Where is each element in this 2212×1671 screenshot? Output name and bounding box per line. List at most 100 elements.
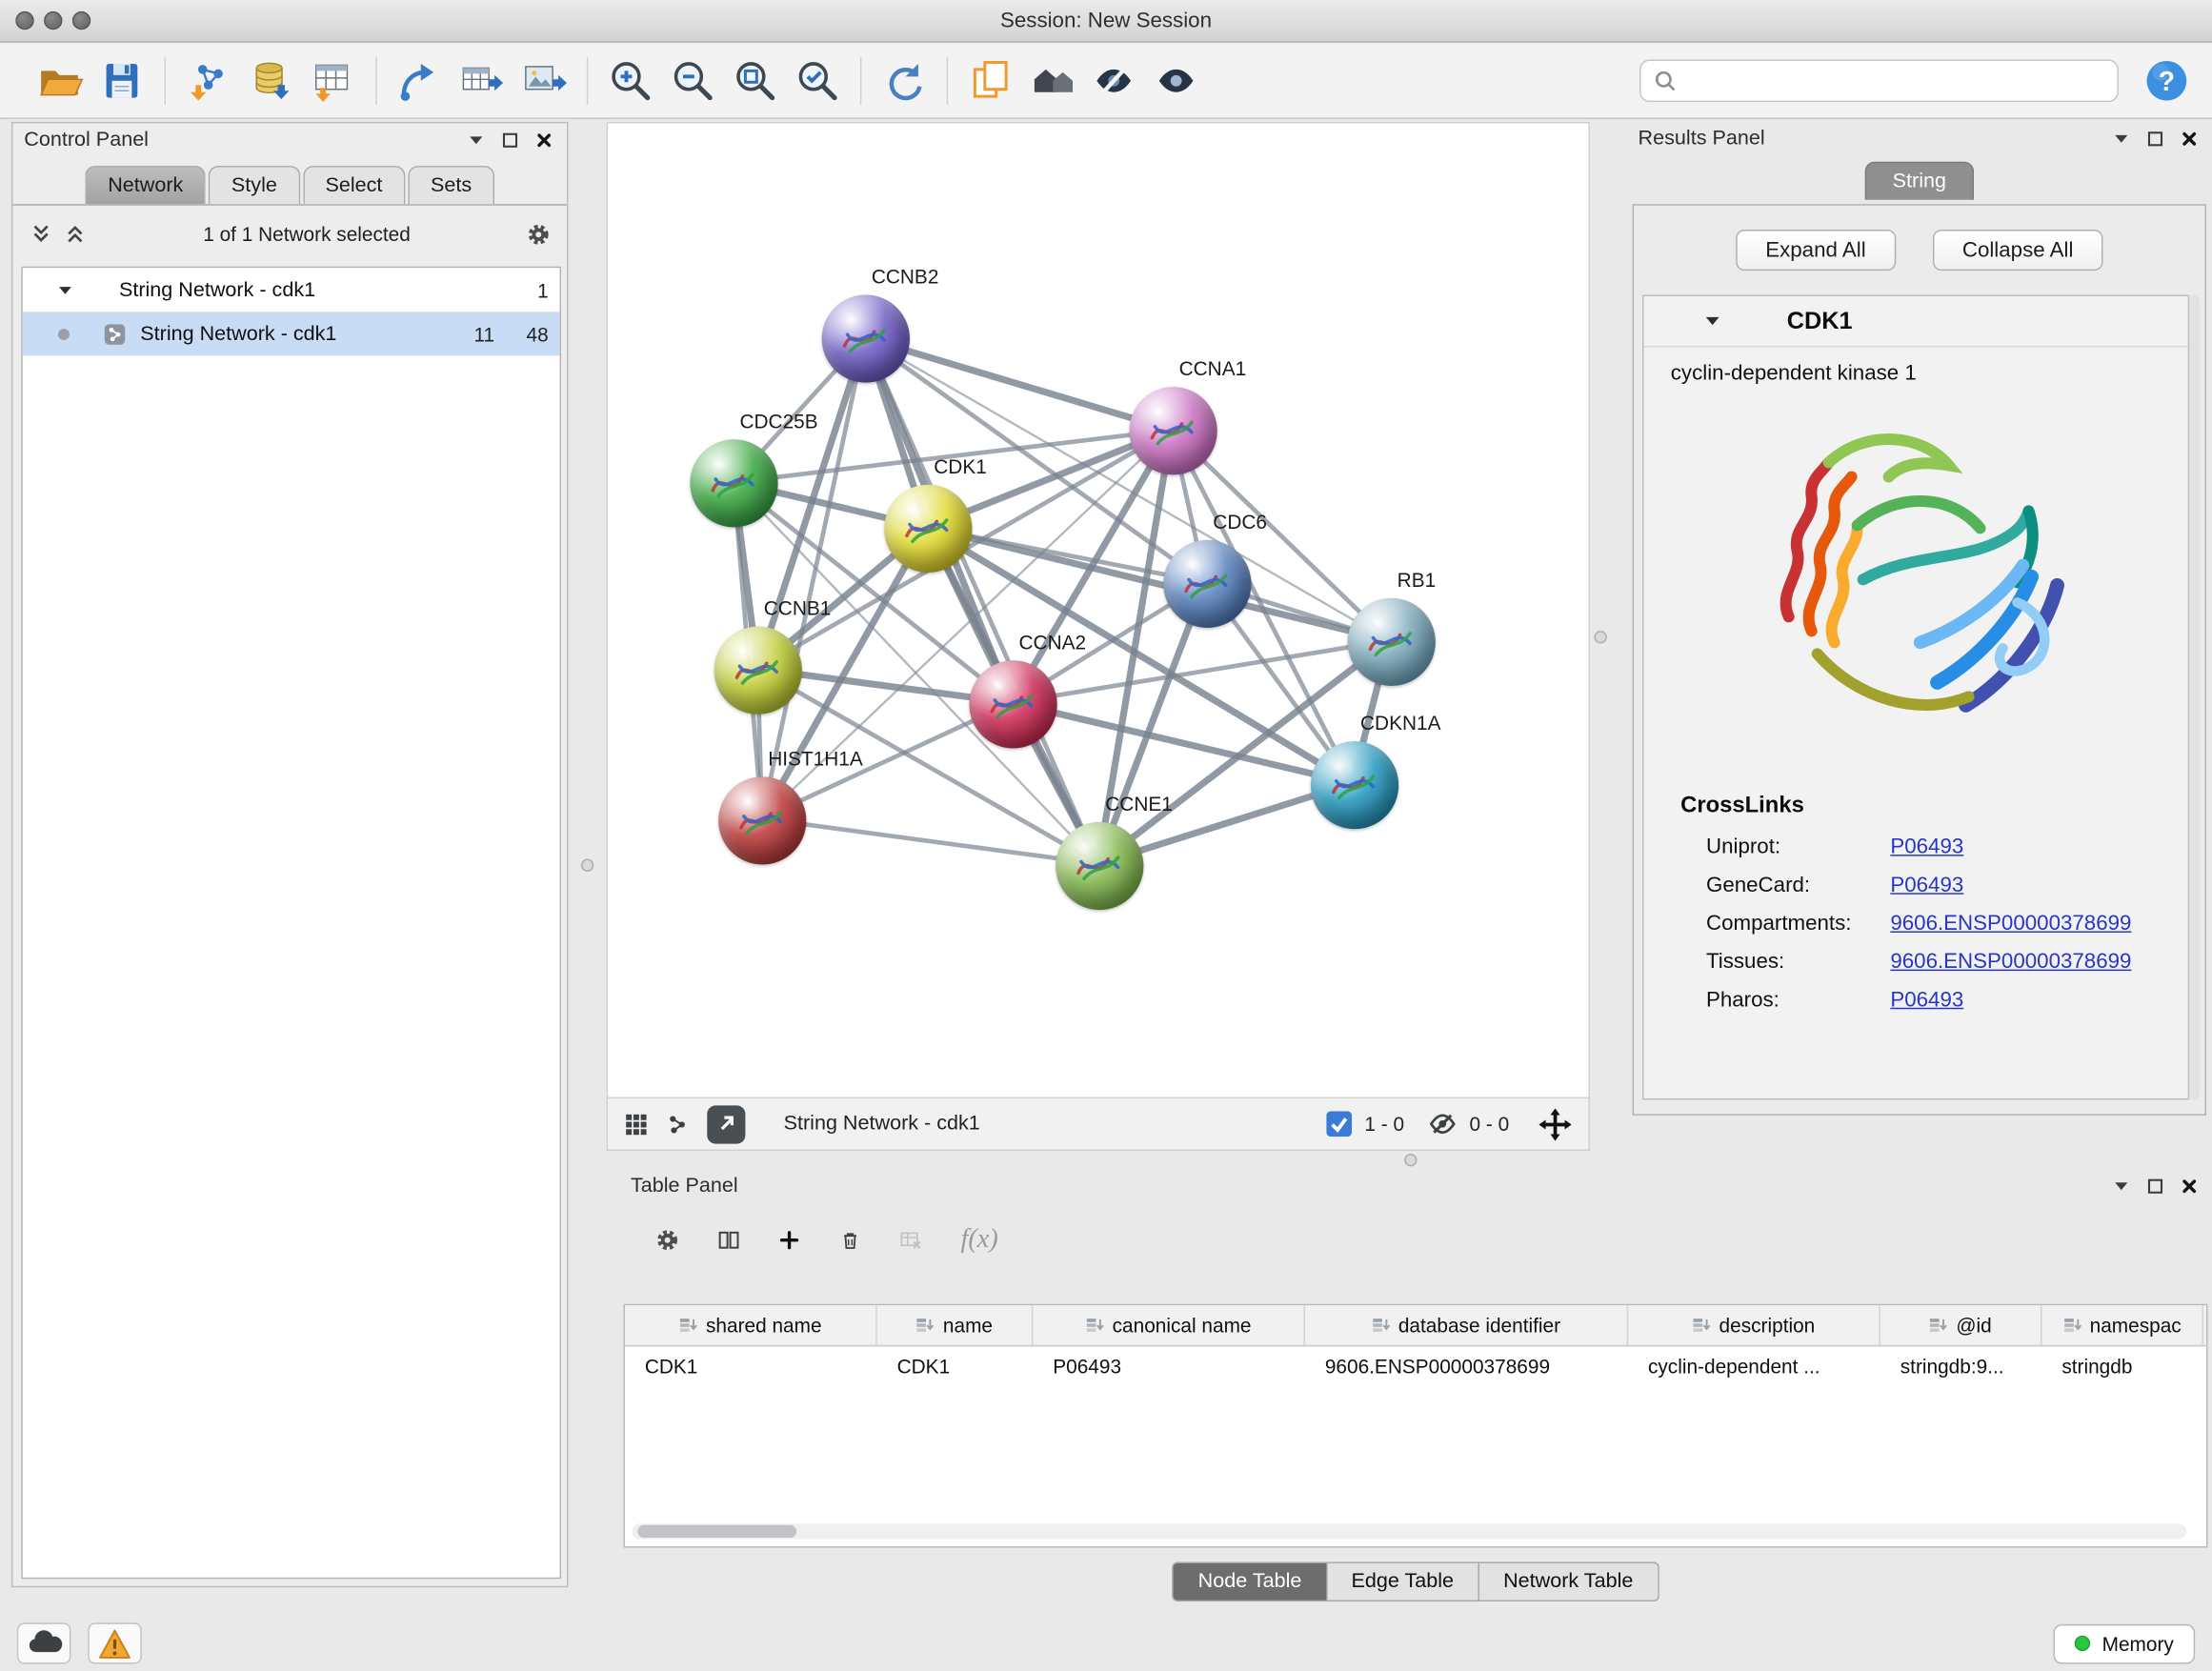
column-header-canonical-name[interactable]: canonical name xyxy=(1033,1305,1305,1345)
disclosure-triangle-icon[interactable] xyxy=(54,278,77,301)
network-edge[interactable] xyxy=(865,338,1172,430)
network-node-cdkn1a[interactable] xyxy=(1311,741,1398,829)
export-network-button[interactable] xyxy=(389,50,451,111)
collapse-all-button[interactable]: Collapse All xyxy=(1933,230,2103,271)
network-graph-canvas[interactable]: CCNB2CCNA1CDC25BCDK1CDC6RB1CCNB1CCNA2CDK… xyxy=(608,123,1588,1097)
hidden-eye-slash-icon[interactable] xyxy=(1428,1111,1457,1137)
export-image-button[interactable] xyxy=(513,50,574,111)
detach-view-button[interactable] xyxy=(707,1105,745,1143)
import-network-database-button[interactable] xyxy=(239,50,301,111)
crosslink-value-link[interactable]: P06493 xyxy=(1890,866,1963,904)
tab-network[interactable]: Network xyxy=(85,166,206,204)
tab-node-table[interactable]: Node Table xyxy=(1173,1561,1327,1601)
panel-float-button[interactable] xyxy=(499,129,522,151)
panel-close-button[interactable] xyxy=(2178,1175,2201,1198)
cdk1-section-header[interactable]: CDK1 xyxy=(1644,296,2188,348)
crosshair-icon[interactable] xyxy=(1538,1108,1571,1140)
app-window: Session: New Session xyxy=(0,0,2212,1671)
zoom-in-button[interactable] xyxy=(599,50,661,111)
collapse-all-networks-button[interactable] xyxy=(30,223,52,246)
column-header-description[interactable]: description xyxy=(1628,1305,1880,1345)
show-details-button[interactable] xyxy=(1146,50,1208,111)
zoom-fit-button[interactable] xyxy=(724,50,786,111)
network-node-cdk1[interactable] xyxy=(884,485,972,573)
network-options-button[interactable] xyxy=(527,223,550,246)
search-field[interactable] xyxy=(1639,59,2119,102)
panel-collapse-button[interactable] xyxy=(2110,1175,2133,1198)
network-edge[interactable] xyxy=(865,338,1098,864)
open-session-button[interactable] xyxy=(29,50,90,111)
table-row[interactable]: CDK1CDK1P064939606.ENSP00000378699cyclin… xyxy=(625,1346,2206,1384)
close-window-button[interactable] xyxy=(15,11,33,30)
crosslink-value-link[interactable]: P06493 xyxy=(1890,828,1963,866)
network-overview-button[interactable] xyxy=(666,1113,689,1136)
tab-edge-table[interactable]: Edge Table xyxy=(1327,1561,1479,1601)
expand-all-networks-button[interactable] xyxy=(64,223,87,246)
network-node-cdc25b[interactable] xyxy=(690,439,777,527)
save-session-button[interactable] xyxy=(90,50,152,111)
import-network-file-button[interactable] xyxy=(177,50,239,111)
table-options-button[interactable] xyxy=(656,1229,679,1252)
column-header-shared-name[interactable]: shared name xyxy=(625,1305,877,1345)
export-table-button[interactable] xyxy=(451,50,513,111)
import-table-button[interactable] xyxy=(302,50,364,111)
scrollbar-thumb[interactable] xyxy=(637,1525,796,1538)
panel-close-button[interactable] xyxy=(533,129,555,151)
crosslink-value-link[interactable]: 9606.ENSP00000378699 xyxy=(1890,942,2131,980)
crosslink-value-link[interactable]: P06493 xyxy=(1890,980,1963,1018)
help-button[interactable]: ? xyxy=(2142,55,2193,107)
network-node-ccna2[interactable] xyxy=(969,660,1056,748)
network-edge[interactable] xyxy=(762,818,1098,863)
cloud-status-button[interactable] xyxy=(17,1622,71,1663)
tab-sets[interactable]: Sets xyxy=(408,166,494,204)
zoom-selected-button[interactable] xyxy=(787,50,849,111)
selected-checkbox-icon[interactable] xyxy=(1326,1111,1352,1137)
disclosure-triangle-icon[interactable] xyxy=(1703,312,1721,330)
navigator-button[interactable] xyxy=(625,1113,648,1136)
column-header-database-identifier[interactable]: database identifier xyxy=(1305,1305,1628,1345)
column-header-name[interactable]: name xyxy=(877,1305,1034,1345)
panel-collapse-button[interactable] xyxy=(465,129,488,151)
memory-button[interactable]: Memory xyxy=(2054,1623,2195,1663)
network-node-ccne1[interactable] xyxy=(1056,822,1143,910)
crosslink-value-link[interactable]: 9606.ENSP00000378699 xyxy=(1890,904,2131,942)
network-edge[interactable] xyxy=(927,528,1389,641)
hide-details-button[interactable] xyxy=(1084,50,1146,111)
expand-all-button[interactable]: Expand All xyxy=(1736,230,1896,271)
show-columns-button[interactable] xyxy=(717,1229,740,1252)
column-header-namespac[interactable]: namespac xyxy=(2042,1305,2204,1345)
zoom-out-button[interactable] xyxy=(662,50,724,111)
network-node-cdc6[interactable] xyxy=(1163,540,1251,628)
network-node-rb1[interactable] xyxy=(1348,598,1436,686)
maximize-window-button[interactable] xyxy=(72,11,90,30)
tab-style[interactable]: Style xyxy=(209,166,300,204)
network-node-ccnb2[interactable] xyxy=(822,294,910,382)
minimize-window-button[interactable] xyxy=(44,11,62,30)
column-header-at-id[interactable]: @id xyxy=(1880,1305,2042,1345)
splitter-handle[interactable] xyxy=(1404,1154,1417,1166)
function-builder-button[interactable]: f(x) xyxy=(961,1224,998,1256)
search-input[interactable] xyxy=(1685,70,2104,92)
results-scrollbar[interactable] xyxy=(2189,294,2199,1099)
network-node-ccnb1[interactable] xyxy=(714,627,802,715)
network-node-hist1h1a[interactable] xyxy=(718,776,806,864)
network-collection-row[interactable]: String Network - cdk1 1 xyxy=(23,268,560,312)
panel-float-button[interactable] xyxy=(2144,128,2167,151)
panel-collapse-button[interactable] xyxy=(2110,128,2133,151)
delete-column-button[interactable] xyxy=(839,1229,862,1252)
refresh-button[interactable] xyxy=(873,50,935,111)
splitter-handle[interactable] xyxy=(581,859,593,872)
warnings-button[interactable] xyxy=(88,1622,142,1663)
tab-string[interactable]: String xyxy=(1864,162,1975,200)
panel-float-button[interactable] xyxy=(2144,1175,2167,1198)
duplicate-network-button[interactable] xyxy=(959,50,1021,111)
home-button[interactable] xyxy=(1021,50,1083,111)
tab-network-table[interactable]: Network Table xyxy=(1479,1561,1659,1601)
tab-select[interactable]: Select xyxy=(303,166,406,204)
network-row-selected[interactable]: String Network - cdk1 11 48 xyxy=(23,312,560,355)
create-column-button[interactable] xyxy=(778,1229,801,1252)
panel-close-button[interactable] xyxy=(2178,128,2201,151)
horizontal-scrollbar[interactable] xyxy=(632,1523,2186,1539)
splitter-handle[interactable] xyxy=(1594,631,1606,643)
network-node-ccna1[interactable] xyxy=(1130,387,1217,474)
